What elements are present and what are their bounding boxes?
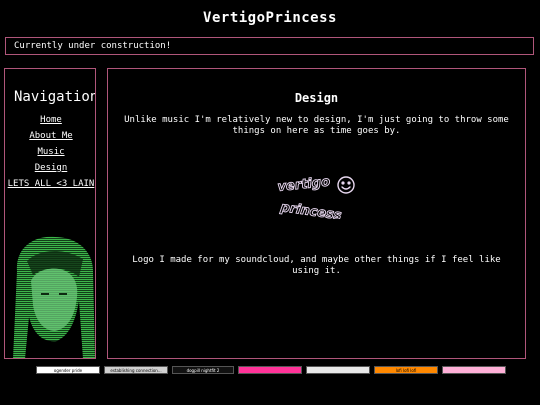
design-intro-text: Unlike music I'm relatively new to desig… [124,115,509,136]
navigation-heading: Navigation [14,89,96,105]
footer-badge[interactable] [238,366,302,374]
lain-artwork [13,236,95,358]
footer-badge-row: ogender pride establishing connection...… [36,366,506,386]
footer-badge[interactable]: dogpill nightfit 2 [172,366,234,374]
logo-caption: Logo I made for my soundcloud, and maybe… [132,255,501,276]
nav-link-music[interactable]: Music [37,147,64,157]
site-title: VertigoPrincess [203,10,337,26]
footer-badge[interactable]: establishing connection... [104,366,168,374]
svg-text:princess: princess [278,200,342,219]
footer-badge[interactable] [306,366,370,374]
design-heading: Design [294,91,339,105]
footer-badge[interactable] [442,366,506,374]
svg-text:vertigo: vertigo [277,175,331,195]
footer-badge[interactable]: ogender pride [36,366,100,374]
vertigo-princess-logo: vertigo princess [276,174,355,219]
nav-link-about-me[interactable]: About Me [29,131,72,141]
nav-link-lain[interactable]: LETS ALL <3 LAIN [8,179,95,189]
nav-link-home[interactable]: Home [40,115,62,125]
footer-badge-small[interactable] [222,375,256,383]
construction-banner: Currently under construction! [5,37,534,55]
navigation-list: Home About Me Music Design LETS ALL <3 L… [5,115,95,195]
design-content-panel: Design Unlike music I'm relatively new t… [107,68,526,359]
nav-link-design[interactable]: Design [35,163,68,173]
navigation-panel: Navigation Home About Me Music Design LE… [4,68,96,359]
footer-badge[interactable]: lofi lofi lofi [374,366,438,374]
